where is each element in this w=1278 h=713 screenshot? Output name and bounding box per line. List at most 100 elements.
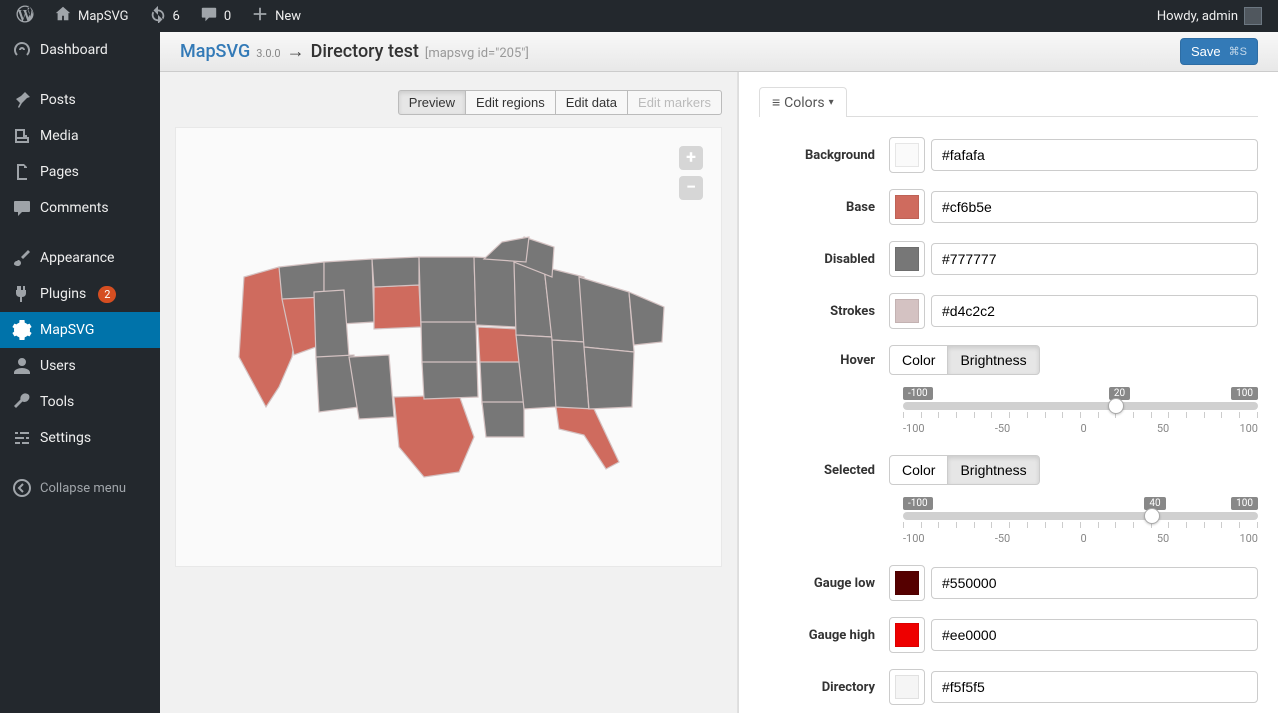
new-link[interactable]: New (243, 0, 309, 32)
pin-icon (12, 90, 32, 110)
selected-color-btn[interactable]: Color (889, 455, 948, 485)
menu-mapsvg[interactable]: MapSVG (0, 312, 160, 348)
hover-slider[interactable]: -10020100 -100-50050100 (903, 387, 1258, 435)
menu-appearance[interactable]: Appearance (0, 240, 160, 276)
selected-brightness-btn[interactable]: Brightness (947, 455, 1039, 485)
gauge-low-swatch[interactable] (889, 565, 925, 601)
collapse-text: Collapse menu (40, 481, 126, 496)
comments-link[interactable]: 0 (192, 0, 239, 32)
tab-preview[interactable]: Preview (398, 90, 466, 115)
tab-edit-regions[interactable]: Edit regions (465, 90, 556, 115)
plugins-badge: 2 (98, 286, 116, 303)
slider-max-badge: 100 (1231, 387, 1258, 400)
strokes-swatch[interactable] (889, 293, 925, 329)
colors-tab[interactable]: ≡ Colors ▾ (759, 87, 847, 117)
menu-label: Posts (40, 92, 76, 108)
page-title: Directory test (311, 41, 419, 62)
bg-label: Background (759, 148, 889, 163)
directory-swatch[interactable] (889, 669, 925, 705)
menu-plugins[interactable]: Plugins 2 (0, 276, 160, 312)
slider-min-badge: -100 (903, 497, 933, 510)
tab-edit-data[interactable]: Edit data (555, 90, 628, 115)
hamburger-icon: ≡ (772, 94, 780, 111)
updates-link[interactable]: 6 (141, 0, 188, 32)
menu-label: Plugins (40, 286, 86, 302)
gauge-high-input[interactable] (931, 619, 1258, 651)
hover-slider-handle[interactable] (1108, 398, 1124, 414)
collapse-icon (12, 478, 32, 498)
collapse-menu[interactable]: Collapse menu (0, 470, 160, 506)
gauge-low-input[interactable] (931, 567, 1258, 599)
menu-label: Appearance (40, 250, 114, 266)
save-shortcut: ⌘S (1229, 45, 1247, 58)
strokes-label: Strokes (759, 304, 889, 319)
map-preview[interactable]: + − (175, 127, 722, 567)
menu-label: Users (40, 358, 76, 374)
user-icon (12, 356, 32, 376)
comments-count: 0 (224, 9, 231, 24)
media-icon (12, 126, 32, 146)
wp-admin-bar: MapSVG 6 0 New Howdy, admin (0, 0, 1278, 32)
gauge-high-swatch[interactable] (889, 617, 925, 653)
gauge-low-label: Gauge low (759, 576, 889, 591)
tab-edit-markers[interactable]: Edit markers (627, 90, 722, 115)
menu-label: Comments (40, 200, 109, 216)
gear-icon (12, 320, 32, 340)
selected-slider[interactable]: -10040100 -100-50050100 (903, 497, 1258, 545)
bg-swatch[interactable] (889, 137, 925, 173)
menu-tools[interactable]: Tools (0, 384, 160, 420)
bg-input[interactable] (931, 139, 1258, 171)
menu-comments[interactable]: Comments (0, 190, 160, 226)
plug-icon (12, 284, 32, 304)
howdy-text: Howdy, admin (1157, 9, 1238, 24)
base-swatch[interactable] (889, 189, 925, 225)
slider-min-badge: -100 (903, 387, 933, 400)
menu-label: Dashboard (40, 42, 108, 58)
plus-icon (251, 5, 269, 27)
directory-input[interactable] (931, 671, 1258, 703)
new-text: New (275, 9, 301, 24)
disabled-swatch[interactable] (889, 241, 925, 277)
wp-logo[interactable] (8, 0, 42, 32)
hover-brightness-btn[interactable]: Brightness (947, 345, 1039, 375)
disabled-input[interactable] (931, 243, 1258, 275)
menu-posts[interactable]: Posts (0, 82, 160, 118)
wp-sidebar: Dashboard Posts Media Pages Comments App… (0, 32, 160, 713)
gauge-high-label: Gauge high (759, 628, 889, 643)
zoom-out-button[interactable]: − (679, 176, 703, 200)
site-name-link[interactable]: MapSVG (46, 0, 137, 32)
comments-menu-icon (12, 198, 32, 218)
caret-down-icon: ▾ (829, 97, 834, 108)
sliders-icon (12, 428, 32, 448)
menu-label: Tools (40, 394, 74, 410)
zoom-in-button[interactable]: + (679, 146, 703, 170)
updates-count: 6 (173, 9, 180, 24)
save-label: Save (1191, 44, 1221, 59)
menu-media[interactable]: Media (0, 118, 160, 154)
base-input[interactable] (931, 191, 1258, 223)
avatar-icon (1244, 7, 1262, 25)
directory-label: Directory (759, 680, 889, 695)
menu-label: MapSVG (40, 322, 94, 338)
base-label: Base (759, 200, 889, 215)
site-name-text: MapSVG (78, 9, 129, 24)
dashboard-icon (12, 40, 32, 60)
menu-settings[interactable]: Settings (0, 420, 160, 456)
menu-dashboard[interactable]: Dashboard (0, 32, 160, 68)
save-button[interactable]: Save ⌘S (1180, 38, 1258, 65)
menu-users[interactable]: Users (0, 348, 160, 384)
home-icon (54, 5, 72, 27)
comment-icon (200, 5, 218, 27)
brand-link[interactable]: MapSVG (180, 41, 250, 62)
pages-icon (12, 162, 32, 182)
strokes-input[interactable] (931, 295, 1258, 327)
hover-color-btn[interactable]: Color (889, 345, 948, 375)
menu-pages[interactable]: Pages (0, 154, 160, 190)
disabled-label: Disabled (759, 252, 889, 267)
selected-slider-handle[interactable] (1144, 508, 1160, 524)
menu-label: Pages (40, 164, 79, 180)
refresh-icon (149, 5, 167, 27)
my-account[interactable]: Howdy, admin (1149, 0, 1270, 32)
wordpress-icon (16, 5, 34, 27)
slider-max-badge: 100 (1231, 497, 1258, 510)
